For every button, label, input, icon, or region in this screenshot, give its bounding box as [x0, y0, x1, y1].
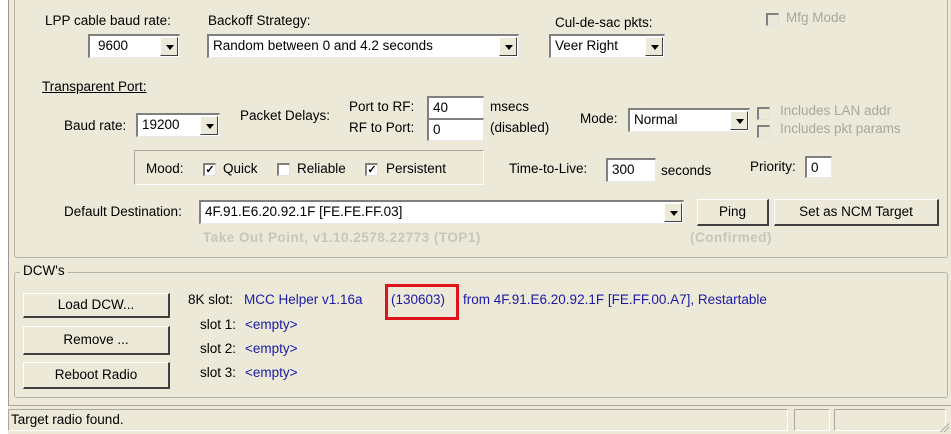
chevron-down-icon[interactable]: [160, 37, 178, 56]
chevron-down-icon[interactable]: [200, 116, 218, 135]
priority-label: Priority:: [750, 159, 796, 174]
mood-label: Mood:: [146, 161, 184, 176]
ttl-input[interactable]: 300: [606, 158, 656, 182]
chevron-down-icon[interactable]: [499, 37, 517, 56]
transparent-port-title: Transparent Port:: [42, 79, 147, 94]
ttl-label: Time-to-Live:: [509, 161, 588, 176]
includes-lan-label: Includes LAN addr: [780, 103, 892, 118]
page: LPP cable baud rate: 9600 Backoff Strate…: [0, 0, 951, 434]
destination-info: Take Out Point, v1.10.2578.22773 (TOP1): [203, 230, 481, 245]
lpp-baud-label: LPP cable baud rate:: [45, 13, 171, 28]
persistent-label: Persistent: [386, 161, 447, 176]
load-dcw-button[interactable]: Load DCW...: [23, 293, 170, 318]
persistent-checkbox[interactable]: ✓: [365, 163, 378, 176]
mode-value: Normal: [634, 112, 678, 127]
packet-delays-label: Packet Delays:: [240, 108, 331, 123]
rf-to-port-input[interactable]: 0: [427, 118, 484, 141]
resize-grip-icon[interactable]: [939, 422, 949, 432]
remove-label: Remove ...: [63, 332, 129, 347]
slot-8k-source: from 4F.91.E6.20.92.1F [FE.FF.00.A7], Re…: [463, 292, 767, 307]
culdesac-value: Veer Right: [555, 38, 619, 53]
highlight-box: [385, 284, 459, 320]
slot-3-label: slot 3:: [200, 365, 237, 380]
destination-value: 4F.91.E6.20.92.1F [FE.FE.FF.03]: [205, 204, 403, 219]
rf-to-port-label: RF to Port:: [349, 120, 415, 135]
reboot-radio-button[interactable]: Reboot Radio: [23, 362, 170, 389]
set-ncm-target-label: Set as NCM Target: [799, 204, 913, 219]
lpp-baud-dropdown[interactable]: 9600: [88, 34, 180, 58]
reliable-label: Reliable: [297, 161, 346, 176]
slot-1-value: <empty>: [245, 317, 298, 332]
status-text: Target radio found.: [8, 409, 788, 431]
chevron-down-icon[interactable]: [645, 37, 663, 56]
tp-baud-value: 19200: [142, 117, 180, 132]
backoff-value: Random between 0 and 4.2 seconds: [213, 38, 433, 53]
set-ncm-target-button[interactable]: Set as NCM Target: [774, 199, 939, 226]
destination-label: Default Destination:: [64, 204, 182, 219]
includes-pkt-label: Includes pkt params: [780, 121, 901, 136]
reliable-checkbox[interactable]: [277, 163, 290, 176]
quick-checkbox[interactable]: ✓: [203, 163, 216, 176]
disabled-label: (disabled): [490, 120, 550, 135]
mode-dropdown[interactable]: Normal: [628, 108, 750, 132]
reboot-radio-label: Reboot Radio: [54, 367, 138, 382]
slot-8k-name: MCC Helper v1.16a: [244, 292, 363, 307]
confirmed-status: (Confirmed): [690, 230, 772, 245]
culdesac-dropdown[interactable]: Veer Right: [549, 34, 665, 58]
slot-2-label: slot 2:: [200, 341, 237, 356]
status-panel-2: [794, 409, 830, 431]
port-to-rf-input[interactable]: 40: [427, 96, 484, 119]
chevron-down-icon[interactable]: [730, 111, 748, 130]
status-bar: Target radio found.: [8, 405, 951, 434]
priority-input[interactable]: 0: [805, 156, 832, 178]
backoff-dropdown[interactable]: Random between 0 and 4.2 seconds: [207, 34, 519, 58]
dcw-title: DCW's: [20, 262, 68, 280]
load-dcw-label: Load DCW...: [57, 297, 135, 312]
lpp-baud-value: 9600: [98, 38, 129, 53]
slot-3-value: <empty>: [245, 365, 298, 380]
tp-baud-dropdown[interactable]: 19200: [136, 113, 220, 137]
seconds-label: seconds: [661, 163, 712, 178]
mfg-mode-label: Mfg Mode: [786, 10, 847, 25]
includes-pkt-checkbox[interactable]: [757, 125, 770, 138]
culdesac-label: Cul-de-sac pkts:: [555, 15, 653, 30]
tp-baud-label: Baud rate:: [64, 118, 127, 133]
destination-dropdown[interactable]: 4F.91.E6.20.92.1F [FE.FE.FF.03]: [199, 200, 684, 224]
window-border: [8, 0, 9, 405]
ping-button[interactable]: Ping: [697, 199, 769, 226]
chevron-down-icon[interactable]: [664, 203, 682, 222]
slot-8k-label: 8K slot:: [188, 292, 234, 307]
includes-lan-checkbox[interactable]: [757, 107, 770, 120]
mfg-mode-checkbox[interactable]: [766, 13, 779, 26]
remove-button[interactable]: Remove ...: [23, 326, 170, 355]
mode-label: Mode:: [580, 111, 618, 126]
slot-2-value: <empty>: [245, 341, 298, 356]
quick-label: Quick: [223, 161, 258, 176]
port-to-rf-label: Port to RF:: [349, 99, 415, 114]
ping-label: Ping: [718, 204, 747, 219]
status-panel-3: [834, 409, 946, 431]
msecs-label: msecs: [490, 99, 530, 114]
slot-1-label: slot 1:: [200, 317, 237, 332]
backoff-label: Backoff Strategy:: [208, 13, 311, 28]
